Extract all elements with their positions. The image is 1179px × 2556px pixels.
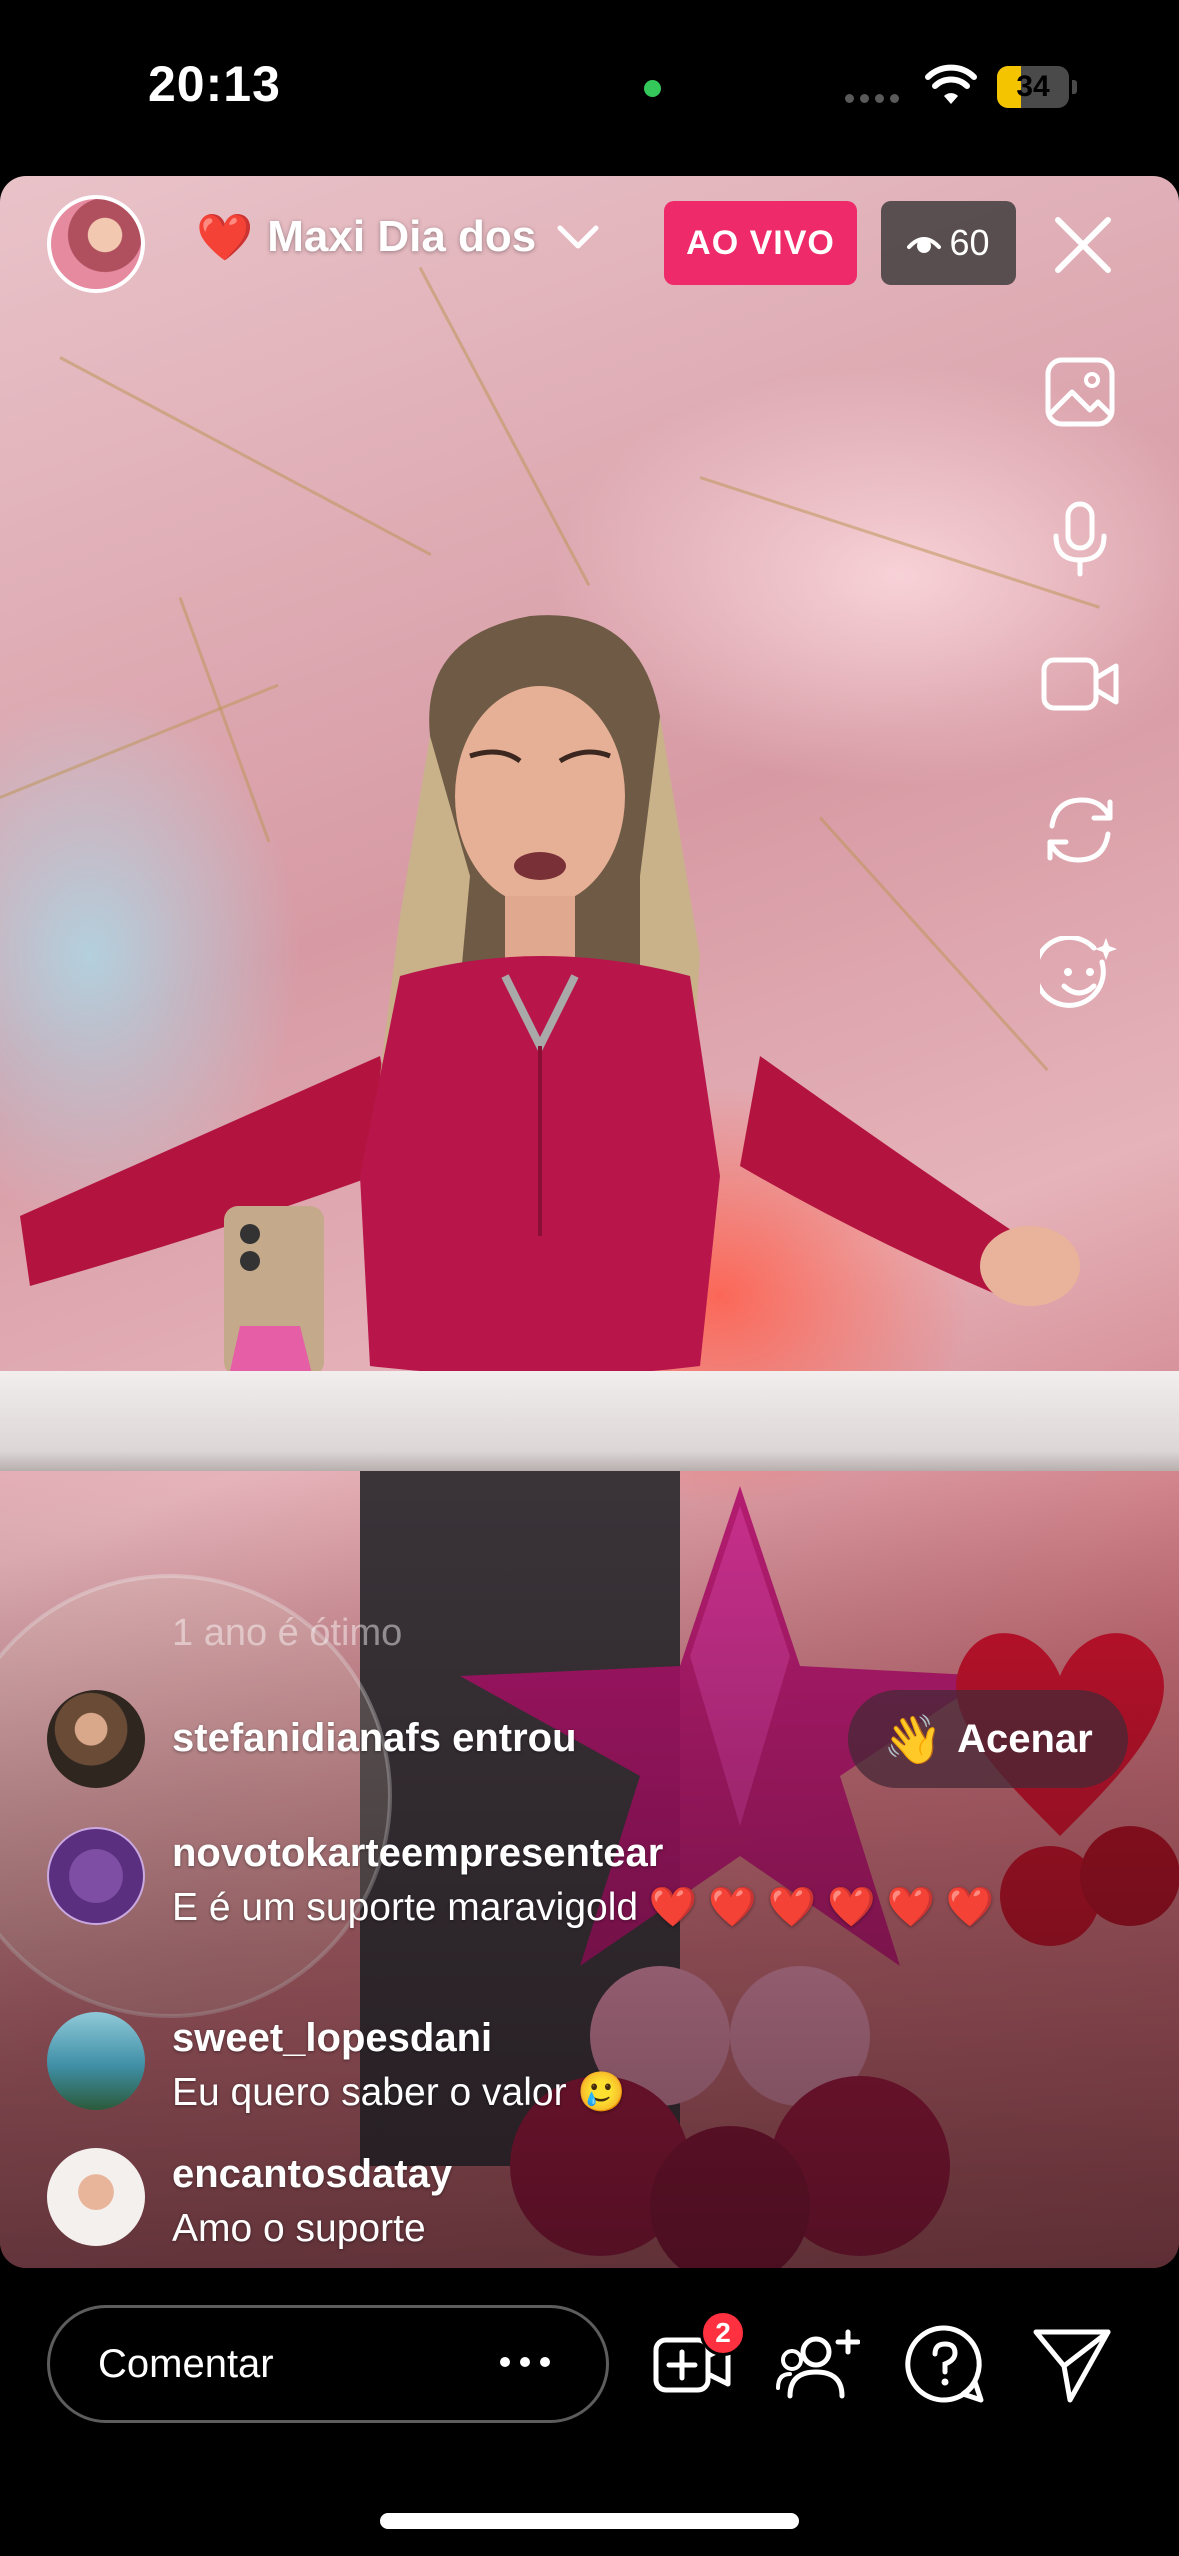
comment-message: Eu quero saber o valor 🥲: [172, 2071, 626, 2114]
viewer-count-badge[interactable]: 60: [881, 201, 1016, 285]
viewer-count: 60: [949, 222, 990, 263]
wave-button[interactable]: 👋 Acenar: [848, 1690, 1128, 1788]
wifi-icon: [925, 64, 977, 104]
video-camera-button[interactable]: [1040, 644, 1120, 724]
gallery-button[interactable]: [1040, 352, 1120, 432]
flip-camera-button[interactable]: [1040, 790, 1120, 870]
status-bar: 20:13 34: [0, 0, 1179, 176]
eye-icon: [907, 237, 942, 253]
live-title-dropdown[interactable]: ❤️ Maxi Dia dos: [196, 212, 600, 262]
heart-emoji: ❤️: [196, 211, 254, 263]
home-indicator[interactable]: [380, 2513, 799, 2529]
status-time: 20:13: [148, 56, 281, 112]
comment-message: E é um suporte maravigold ❤️ ❤️ ❤️ ❤️ ❤️…: [172, 1886, 995, 1929]
comment-username[interactable]: encantosdatay: [172, 2152, 452, 2197]
microphone-button[interactable]: [1040, 498, 1120, 578]
question-icon: [905, 2325, 984, 2403]
flip-camera-icon: [1047, 797, 1113, 863]
close-icon[interactable]: [1050, 212, 1116, 278]
battery-icon: 34: [997, 66, 1077, 108]
microphone-icon: [1053, 501, 1107, 577]
comment-username[interactable]: sweet_lopesdani: [172, 2016, 492, 2061]
effects-button[interactable]: [1032, 934, 1120, 1016]
notification-badge: 2: [700, 2310, 746, 2356]
live-title: Maxi Dia dos: [267, 212, 537, 261]
effects-face-icon: [1032, 934, 1117, 1008]
camera-in-use-indicator: [644, 80, 661, 97]
comment-placeholder: Comentar: [98, 2341, 274, 2386]
avatar[interactable]: [47, 2012, 145, 2110]
host-avatar[interactable]: [47, 195, 145, 293]
chevron-down-icon: [557, 225, 599, 249]
live-badge: AO VIVO: [664, 201, 857, 285]
faded-comment: 1 ano é ótimo: [172, 1612, 403, 1654]
invite-people-icon: [776, 2329, 861, 2399]
live-video-feed[interactable]: [0, 176, 1179, 2268]
avatar[interactable]: [47, 1827, 145, 1925]
battery-level-text: 34: [1016, 70, 1050, 103]
cellular-signal-icon: [845, 94, 905, 104]
question-button[interactable]: [903, 2322, 987, 2406]
join-event-text: stefanidianafs entrou: [172, 1716, 577, 1760]
wave-emoji: 👋: [883, 1713, 944, 1767]
share-send-icon: [1033, 2329, 1111, 2403]
share-button[interactable]: [1030, 2322, 1114, 2406]
wave-label: Acenar: [957, 1716, 1093, 1761]
more-options-icon[interactable]: [495, 2352, 555, 2372]
counter-table: [0, 1371, 1179, 1471]
avatar[interactable]: [47, 2148, 145, 2246]
avatar[interactable]: [47, 1690, 145, 1788]
comment-username[interactable]: novotokarteempresentear: [172, 1831, 663, 1876]
video-camera-icon: [1041, 657, 1119, 711]
gallery-icon: [1045, 357, 1115, 427]
invite-people-button[interactable]: [776, 2322, 861, 2406]
comment-message: Amo o suporte: [172, 2207, 426, 2250]
